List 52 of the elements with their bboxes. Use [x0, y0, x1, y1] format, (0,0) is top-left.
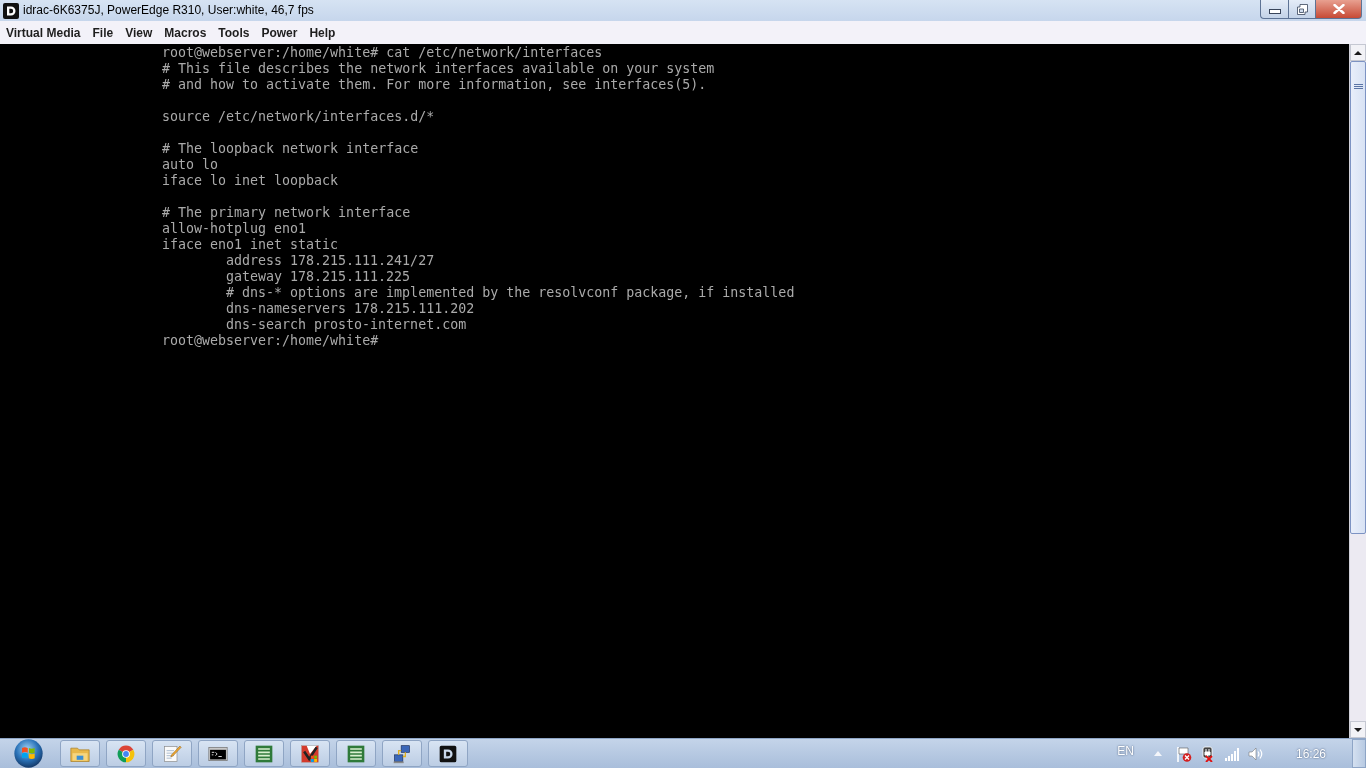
up-arrow-icon [1354, 50, 1362, 55]
terminal-line: address 178.215.111.241/27 [226, 253, 435, 269]
terminal-line: # This file describes the network interfaces available on your system [162, 61, 715, 77]
terminal-line: source /etc/network/interfaces.d/* [162, 109, 435, 125]
app-logo-icon [3, 3, 19, 19]
terminal-line: root@webserver:/home/white# cat /etc/network/interfaces [162, 45, 603, 61]
restore-icon [1296, 3, 1308, 15]
menu-item[interactable]: Tools [212, 23, 256, 42]
taskbar-button[interactable] [198, 740, 238, 767]
menu-item[interactable]: Macros [158, 23, 213, 42]
browser-circle-icon [116, 743, 136, 764]
terminal-line: # The loopback network interface [162, 141, 419, 157]
menu-item[interactable]: Help [303, 23, 342, 42]
network-computers-icon [392, 743, 412, 764]
notepad-pencil-icon [162, 743, 182, 764]
terminal-line: # The primary network interface [162, 205, 411, 221]
terminal-line: # dns-* options are implemented by the resolvconf package, if installed [226, 285, 795, 301]
down-arrow-icon [1354, 727, 1362, 732]
menu-item[interactable]: File [86, 23, 120, 42]
close-icon [1332, 4, 1345, 14]
vertical-scrollbar[interactable] [1349, 44, 1366, 738]
terminal-line: root@webserver:/home/white# [162, 333, 379, 349]
scroll-up-button[interactable] [1350, 44, 1366, 61]
list-icon [346, 743, 366, 764]
restore-button[interactable] [1288, 0, 1316, 19]
grip-icon [1353, 84, 1363, 89]
flag-error-icon[interactable] [1175, 745, 1192, 762]
menu-item[interactable]: Virtual Media [0, 23, 87, 42]
speaker-icon[interactable] [1247, 745, 1264, 762]
plug-error-icon[interactable] [1199, 745, 1216, 762]
scroll-down-button[interactable] [1350, 721, 1366, 738]
window-title: idrac-6K6375J, PowerEdge R310, User:white, 46,7 fps [23, 2, 314, 19]
terminal-line: gateway 178.215.111.225 [226, 269, 411, 285]
menu-item[interactable]: View [119, 23, 159, 42]
minimize-button[interactable] [1260, 0, 1288, 19]
start-orb-icon [13, 739, 43, 768]
app-logo-icon [438, 743, 458, 764]
list-icon [254, 743, 274, 764]
terminal-line: dns-nameservers 178.215.111.202 [226, 301, 475, 317]
taskbar-button[interactable] [428, 740, 468, 767]
taskbar-button[interactable] [290, 740, 330, 767]
menu-item[interactable]: Power [255, 23, 304, 42]
scrollbar-thumb[interactable] [1350, 61, 1366, 534]
terminal-line: iface lo inet loopback [162, 173, 339, 189]
terminal-line: allow-hotplug eno1 [162, 221, 307, 237]
terminal-line: # and how to activate them. For more information, see interfaces(5). [162, 77, 707, 93]
close-button[interactable] [1316, 0, 1362, 19]
terminal-line: iface eno1 inet static [162, 237, 339, 253]
terminal-line: auto lo [162, 157, 219, 173]
minimize-icon [1268, 8, 1281, 14]
terminal-line: dns-search prosto-internet.com [226, 317, 467, 333]
checkmark-tile-icon [300, 743, 320, 764]
